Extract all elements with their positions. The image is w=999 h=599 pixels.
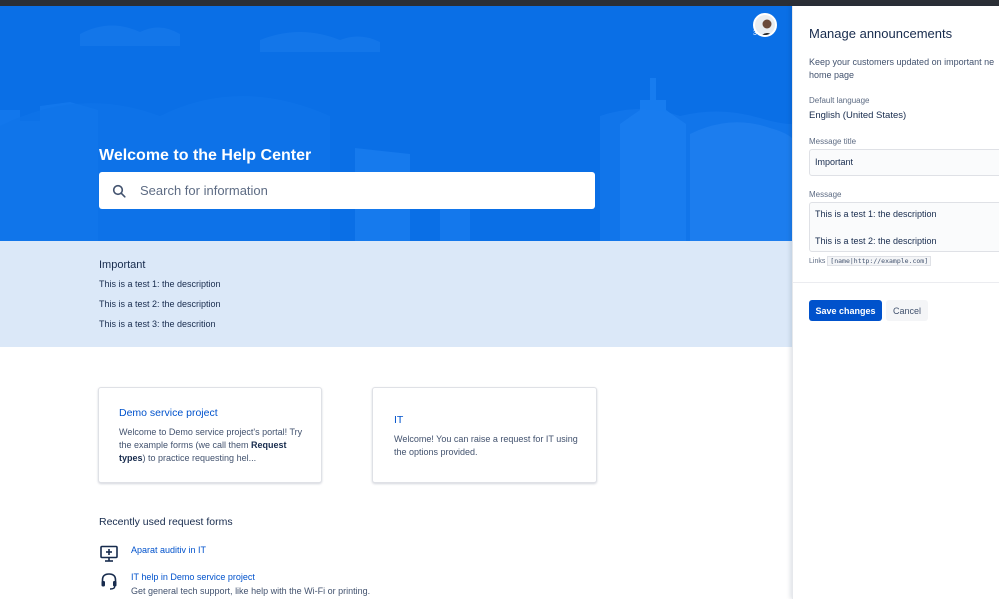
portal-card-demo-service-project[interactable]: Demo service project Welcome to Demo ser… bbox=[98, 387, 322, 483]
message-textarea[interactable]: This is a test 1: the description This i… bbox=[809, 202, 999, 252]
search-icon bbox=[111, 183, 127, 199]
announcement-title: Important bbox=[99, 259, 146, 271]
message-line: This is a test 2: the description bbox=[815, 236, 937, 246]
default-language-value: English (United States) bbox=[809, 110, 907, 121]
hero-banner: Welcome to the Help Center bbox=[0, 6, 792, 241]
save-changes-button[interactable]: Save changes bbox=[809, 300, 882, 321]
card-title[interactable]: Demo service project bbox=[119, 407, 218, 419]
recent-form-label[interactable]: Aparat auditiv in IT bbox=[131, 545, 206, 555]
panel-title: Manage announcements bbox=[809, 26, 953, 41]
links-hint: Links [name|http://example.com] bbox=[809, 256, 932, 266]
message-title-label: Message title bbox=[809, 137, 857, 146]
recent-form-label[interactable]: IT help in Demo service project bbox=[131, 572, 255, 582]
search-input[interactable] bbox=[140, 183, 560, 198]
message-title-input[interactable]: Important bbox=[809, 149, 999, 176]
hero-title: Welcome to the Help Center bbox=[99, 147, 312, 164]
card-description: Welcome! You can raise a request for IT … bbox=[394, 434, 578, 457]
manage-announcements-panel: Manage announcements Keep your customers… bbox=[792, 6, 999, 599]
panel-description: Keep your customers updated on important… bbox=[809, 57, 995, 80]
portal-card-it[interactable]: IT Welcome! You can raise a request for … bbox=[372, 387, 597, 483]
card-title[interactable]: IT bbox=[394, 414, 403, 426]
message-line: This is a test 1: the description bbox=[815, 209, 937, 219]
message-label: Message bbox=[809, 190, 842, 199]
announcement-line: This is a test 2: the description bbox=[99, 299, 221, 309]
recent-form-description: Get general tech support, like help with… bbox=[131, 586, 371, 596]
recent-form-item[interactable]: IT help in Demo service project Get gene… bbox=[99, 571, 499, 599]
announcement-line: This is a test 3: the descrition bbox=[99, 319, 216, 329]
recent-forms-title: Recently used request forms bbox=[99, 516, 233, 528]
panel-divider bbox=[793, 282, 999, 283]
search-box[interactable] bbox=[99, 172, 595, 209]
links-code: [name|http://example.com] bbox=[827, 256, 932, 266]
headset-icon bbox=[99, 571, 119, 591]
avatar-badge: 3 bbox=[753, 30, 757, 37]
default-language-label: Default language bbox=[809, 96, 870, 105]
monitor-plus-icon bbox=[99, 544, 119, 564]
announcement-banner: Important This is a test 1: the descript… bbox=[0, 241, 792, 347]
cancel-button[interactable]: Cancel bbox=[886, 300, 928, 321]
recent-form-item[interactable]: Aparat auditiv in IT bbox=[99, 544, 499, 572]
announcement-line: This is a test 1: the description bbox=[99, 279, 221, 289]
card-description: Welcome to Demo service project's portal… bbox=[119, 427, 303, 463]
